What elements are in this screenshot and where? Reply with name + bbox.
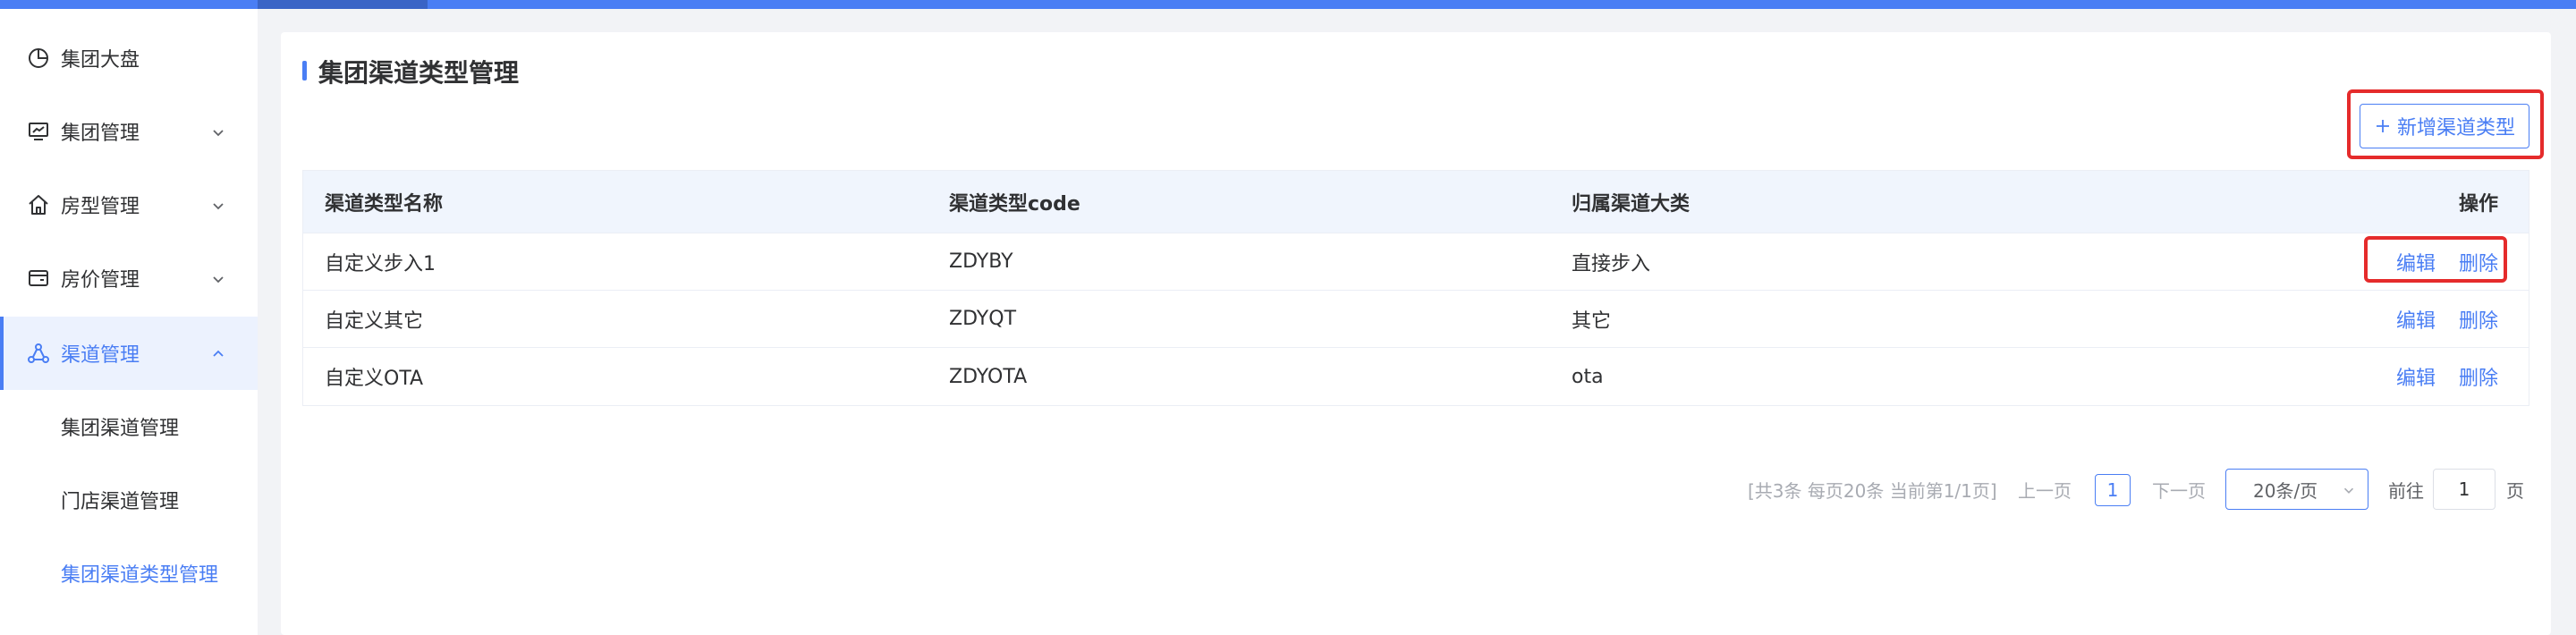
- add-button-label: 新增渠道类型: [2396, 117, 2515, 140]
- monitor-chart-icon: [29, 123, 48, 140]
- share-nodes-icon: [28, 343, 49, 363]
- chevron-down-icon: [213, 130, 224, 137]
- sidebar-item-channel-management[interactable]: 渠道管理: [0, 317, 258, 390]
- header-actions: 操作: [2458, 192, 2498, 216]
- top-bar: [0, 0, 2576, 9]
- table-row: 自定义其它 ZDYQT 其它 编辑 删除: [303, 291, 2529, 348]
- cell-code: ZDYBY: [949, 250, 1013, 273]
- top-bar-active-tab[interactable]: [258, 0, 428, 9]
- cell-actions: 编辑 删除: [2373, 291, 2498, 347]
- pagination: [共3条 每页20条 当前第1/1页] 上一页 1 下一页 20条/页 前往 1…: [281, 469, 2551, 510]
- pie-chart-icon: [29, 48, 48, 68]
- sidebar-subitem-group-channel[interactable]: 集团渠道管理: [0, 390, 258, 463]
- sidebar-item-label: 房型管理: [61, 196, 140, 218]
- cell-name: 自定义步入1: [325, 252, 436, 275]
- sidebar-item-group-dashboard[interactable]: 集团大盘: [0, 21, 258, 95]
- sidebar-item-group-management[interactable]: 集团管理: [0, 95, 258, 168]
- channel-type-table: 渠道类型名称 渠道类型code 归属渠道大类 操作 自定义步入1 ZDYBY 直…: [302, 170, 2529, 406]
- chevron-down-icon: [213, 276, 224, 284]
- page-title: 集团渠道类型管理: [318, 58, 520, 88]
- sidebar-item-label: 渠道管理: [61, 344, 140, 367]
- header-code: 渠道类型code: [949, 192, 1080, 216]
- goto-page-input[interactable]: 1: [2433, 469, 2496, 510]
- home-icon: [29, 195, 48, 215]
- page-size-value: 20条/页: [2253, 479, 2318, 502]
- highlight-box-row-actions: [2364, 236, 2507, 283]
- sidebar-subitem-label: 集团渠道类型管理: [61, 564, 219, 587]
- sidebar-item-label: 集团大盘: [61, 49, 140, 72]
- delete-link[interactable]: 删除: [2459, 305, 2498, 334]
- cell-category: ota: [1572, 365, 1604, 388]
- table-header: 渠道类型名称 渠道类型code 归属渠道大类 操作: [303, 171, 2529, 233]
- sidebar-item-room-type[interactable]: 房型管理: [0, 168, 258, 241]
- main-content: 集团渠道类型管理 新增渠道类型 渠道类型名称 渠道类型code 归属渠道大类 操…: [281, 32, 2551, 635]
- sidebar-subitem-group-channel-type[interactable]: 集团渠道类型管理: [0, 537, 258, 610]
- chevron-up-icon: [213, 350, 224, 357]
- edit-link[interactable]: 编辑: [2396, 362, 2436, 391]
- next-page-button[interactable]: 下一页: [2152, 469, 2206, 510]
- page-suffix: 页: [2506, 479, 2524, 502]
- cell-actions: 编辑 删除: [2373, 348, 2498, 405]
- sidebar-item-label: 房价管理: [61, 269, 140, 292]
- sidebar-subitem-store-channel[interactable]: 门店渠道管理: [0, 463, 258, 537]
- pagination-total: [共3条 每页20条 当前第1/1页]: [1748, 479, 1997, 502]
- sidebar: 集团大盘 集团管理 房型管理 房价管理 渠道管理 集团渠道管理 门店渠道管理 集…: [0, 9, 258, 635]
- page-size-select[interactable]: 20条/页: [2225, 469, 2368, 510]
- header-category: 归属渠道大类: [1572, 192, 1690, 216]
- table-row: 自定义步入1 ZDYBY 直接步入 编辑 删除: [303, 233, 2529, 291]
- cell-code: ZDYQT: [949, 308, 1017, 330]
- cell-category: 直接步入: [1572, 252, 1651, 275]
- cell-name: 自定义OTA: [325, 368, 424, 390]
- title-accent-bar: [302, 61, 307, 80]
- header-name: 渠道类型名称: [325, 192, 444, 216]
- sidebar-subitem-label: 门店渠道管理: [61, 491, 180, 513]
- delete-link[interactable]: 删除: [2459, 362, 2498, 391]
- add-channel-type-button[interactable]: 新增渠道类型: [2360, 104, 2529, 148]
- chevron-down-icon: [213, 203, 224, 210]
- plus-icon: [2376, 120, 2389, 132]
- wallet-icon: [29, 270, 48, 286]
- cell-name: 自定义其它: [325, 309, 424, 333]
- sidebar-subitem-label: 集团渠道管理: [61, 418, 180, 440]
- goto-label: 前往: [2388, 479, 2424, 502]
- sidebar-item-room-price[interactable]: 房价管理: [0, 241, 258, 315]
- page-number-button[interactable]: 1: [2095, 474, 2131, 506]
- chevron-down-icon: [2343, 487, 2354, 494]
- edit-link[interactable]: 编辑: [2396, 305, 2436, 334]
- prev-page-button[interactable]: 上一页: [2018, 469, 2072, 510]
- table-row: 自定义OTA ZDYOTA ota 编辑 删除: [303, 348, 2529, 405]
- cell-code: ZDYOTA: [949, 365, 1028, 388]
- sidebar-item-label: 集团管理: [61, 123, 140, 145]
- cell-category: 其它: [1572, 309, 1612, 333]
